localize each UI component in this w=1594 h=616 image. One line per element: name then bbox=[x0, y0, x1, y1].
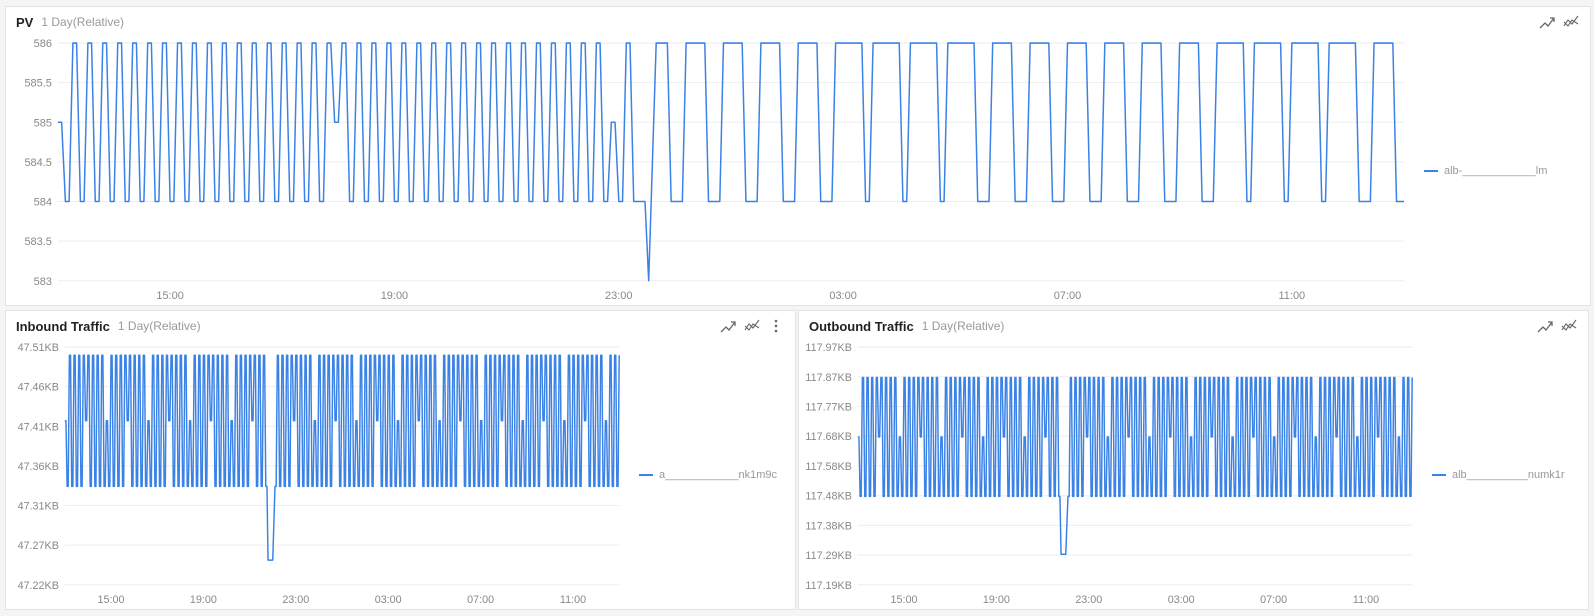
chart-outbound[interactable]: 117.19KB 117.29KB 117.38KB 117.48KB 117.58KB… bbox=[799, 341, 1422, 609]
panel-header: Inbound Traffic 1 Day(Relative) bbox=[6, 311, 795, 341]
legend-swatch-icon bbox=[1432, 474, 1446, 476]
svg-text:15:00: 15:00 bbox=[891, 594, 918, 606]
svg-text:584: 584 bbox=[34, 196, 52, 208]
svg-text:117.77KB: 117.77KB bbox=[805, 401, 851, 413]
svg-text:07:00: 07:00 bbox=[1260, 594, 1287, 606]
svg-text:117.58KB: 117.58KB bbox=[805, 461, 851, 473]
svg-text:23:00: 23:00 bbox=[1075, 594, 1102, 606]
panel-header: PV 1 Day(Relative) bbox=[6, 7, 1590, 37]
svg-text:23:00: 23:00 bbox=[282, 594, 309, 606]
panel-inbound: Inbound Traffic 1 Day(Relative) 47.2 bbox=[5, 310, 796, 610]
panel-title: PV bbox=[16, 15, 33, 30]
svg-text:583: 583 bbox=[34, 276, 52, 288]
svg-text:47.46KB: 47.46KB bbox=[18, 382, 59, 394]
svg-text:03:00: 03:00 bbox=[375, 594, 402, 606]
svg-text:19:00: 19:00 bbox=[190, 594, 217, 606]
panel-subtitle: 1 Day(Relative) bbox=[118, 319, 201, 333]
panel-subtitle: 1 Day(Relative) bbox=[922, 319, 1005, 333]
svg-text:07:00: 07:00 bbox=[1054, 290, 1081, 302]
panel-header: Outbound Traffic 1 Day(Relative) bbox=[799, 311, 1588, 341]
panel-subtitle: 1 Day(Relative) bbox=[41, 15, 124, 29]
svg-text:07:00: 07:00 bbox=[467, 594, 494, 606]
legend-label: alb-____________lm bbox=[1444, 165, 1547, 177]
svg-text:117.87KB: 117.87KB bbox=[805, 372, 851, 384]
chart-type-icon[interactable] bbox=[743, 317, 761, 335]
svg-text:03:00: 03:00 bbox=[1168, 594, 1195, 606]
legend[interactable]: alb__________numk1r bbox=[1422, 341, 1588, 609]
svg-text:117.68KB: 117.68KB bbox=[805, 431, 851, 443]
drilldown-icon[interactable] bbox=[719, 317, 737, 335]
svg-text:117.97KB: 117.97KB bbox=[805, 342, 851, 354]
svg-text:583.5: 583.5 bbox=[24, 236, 51, 248]
svg-text:03:00: 03:00 bbox=[829, 290, 856, 302]
chart-inbound[interactable]: 47.22KB 47.27KB 47.31KB 47.36KB 47.41KB 47.46… bbox=[6, 341, 629, 609]
drilldown-icon[interactable] bbox=[1536, 317, 1554, 335]
svg-text:47.31KB: 47.31KB bbox=[18, 500, 59, 512]
chart-type-icon[interactable] bbox=[1560, 317, 1578, 335]
svg-text:586: 586 bbox=[34, 38, 52, 50]
panel-title: Outbound Traffic bbox=[809, 319, 914, 334]
svg-text:117.19KB: 117.19KB bbox=[805, 580, 851, 592]
legend[interactable]: alb-____________lm bbox=[1414, 37, 1590, 305]
chart-pv[interactable]: 583 583.5 584 584.5 585 585.5 586 15:00 19:00 23:… bbox=[6, 37, 1414, 305]
chart-type-icon[interactable] bbox=[1562, 13, 1580, 31]
svg-text:47.51KB: 47.51KB bbox=[18, 342, 59, 354]
svg-text:47.36KB: 47.36KB bbox=[18, 461, 59, 473]
svg-text:15:00: 15:00 bbox=[156, 290, 183, 302]
more-icon[interactable] bbox=[767, 317, 785, 335]
legend-label: a____________nk1m9c bbox=[659, 469, 777, 481]
svg-text:585: 585 bbox=[34, 117, 52, 129]
legend-label: alb__________numk1r bbox=[1452, 469, 1565, 481]
legend-swatch-icon bbox=[639, 474, 653, 476]
svg-text:584.5: 584.5 bbox=[24, 157, 51, 169]
svg-text:23:00: 23:00 bbox=[605, 290, 632, 302]
svg-text:11:00: 11:00 bbox=[560, 594, 586, 606]
svg-text:15:00: 15:00 bbox=[98, 594, 125, 606]
svg-text:11:00: 11:00 bbox=[1279, 290, 1306, 302]
svg-text:117.38KB: 117.38KB bbox=[805, 520, 851, 532]
panel-title: Inbound Traffic bbox=[16, 319, 110, 334]
svg-text:117.29KB: 117.29KB bbox=[805, 550, 851, 562]
panel-pv: PV 1 Day(Relative) 583583.5584584.558558… bbox=[5, 6, 1591, 306]
legend-swatch-icon bbox=[1424, 170, 1438, 172]
svg-text:19:00: 19:00 bbox=[381, 290, 408, 302]
svg-text:47.41KB: 47.41KB bbox=[18, 421, 59, 433]
svg-text:117.48KB: 117.48KB bbox=[805, 491, 851, 503]
panel-outbound: Outbound Traffic 1 Day(Relative) 117.19K… bbox=[798, 310, 1589, 610]
svg-text:47.27KB: 47.27KB bbox=[18, 540, 59, 552]
drilldown-icon[interactable] bbox=[1538, 13, 1556, 31]
svg-text:11:00: 11:00 bbox=[1353, 594, 1379, 606]
svg-text:47.22KB: 47.22KB bbox=[18, 580, 59, 592]
legend[interactable]: a____________nk1m9c bbox=[629, 341, 795, 609]
svg-text:19:00: 19:00 bbox=[983, 594, 1010, 606]
svg-text:585.5: 585.5 bbox=[24, 78, 51, 90]
